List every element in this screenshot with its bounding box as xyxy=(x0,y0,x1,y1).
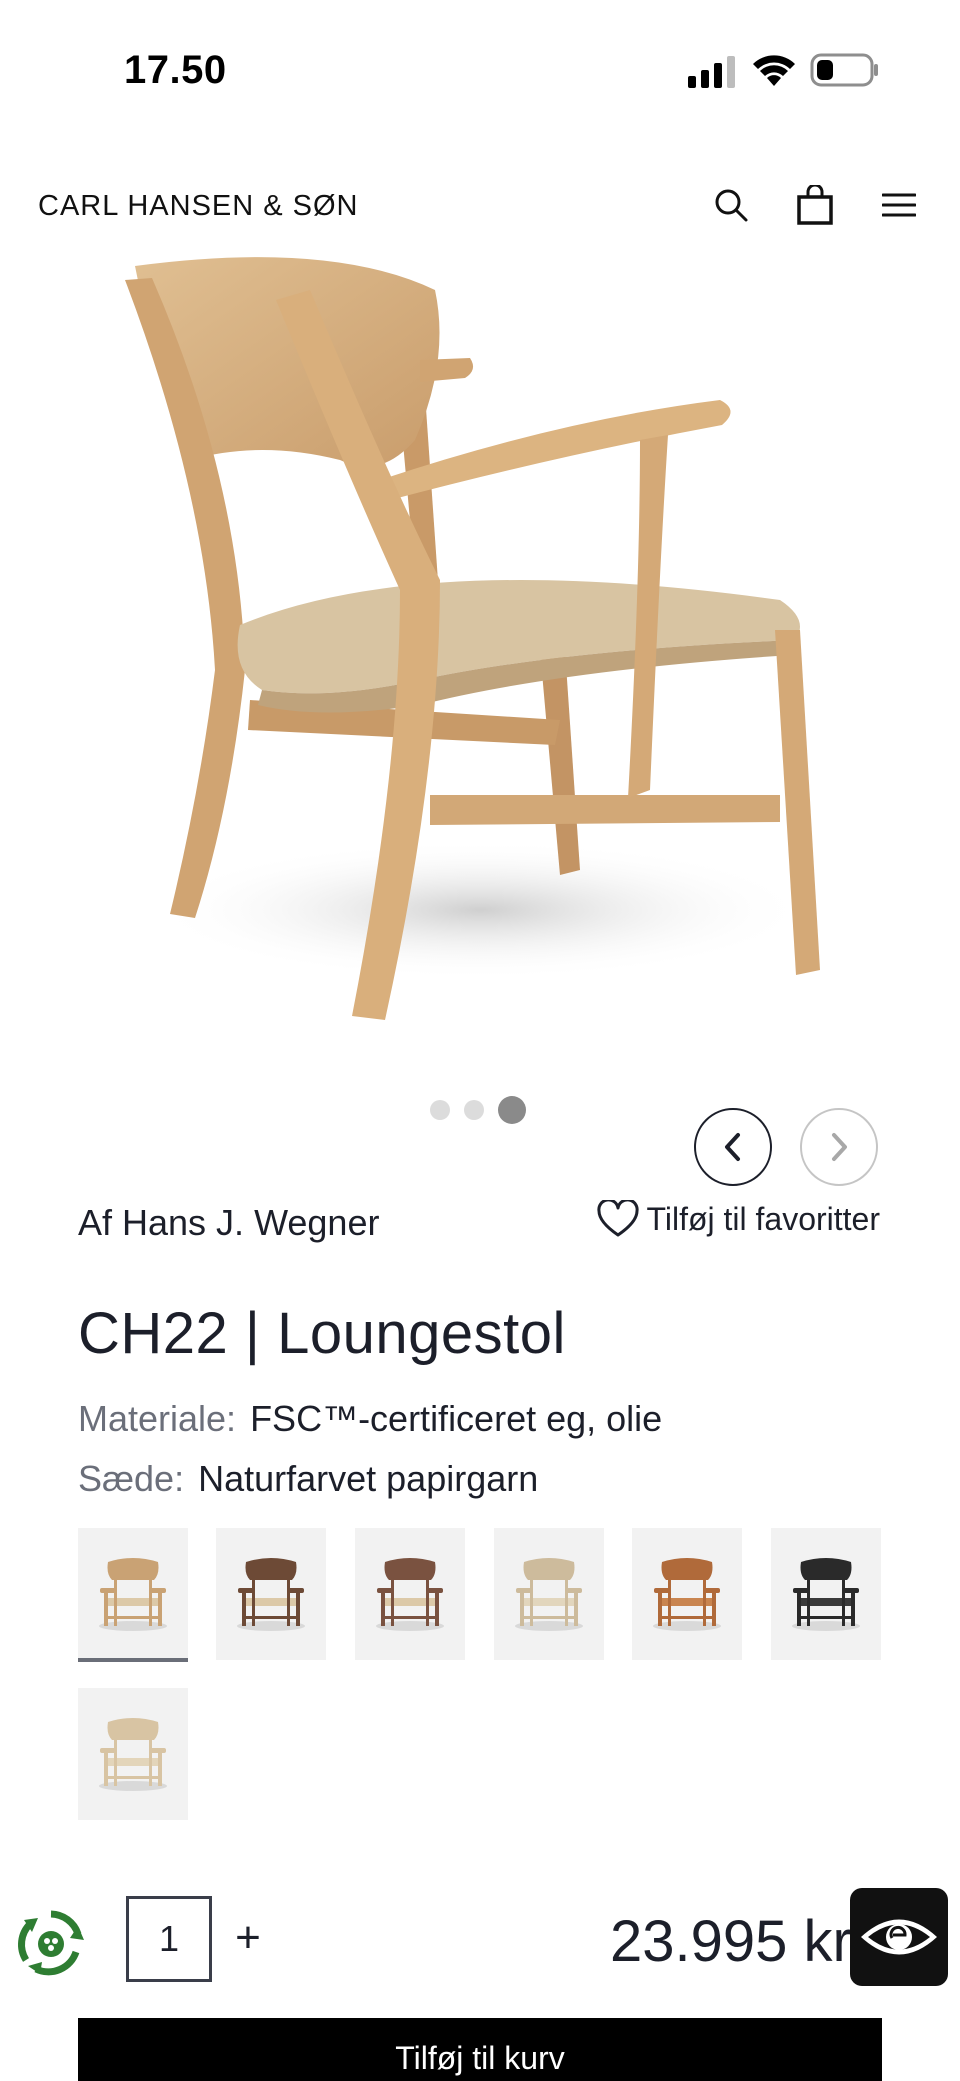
eye-icon xyxy=(861,1919,937,1955)
chair-thumbnail-icon xyxy=(99,1558,167,1631)
add-to-favorites-button[interactable]: Tilføj til favoritter xyxy=(596,1200,881,1238)
search-button[interactable] xyxy=(706,180,756,230)
accessibility-button[interactable] xyxy=(850,1888,948,1986)
chair-thumbnail-icon xyxy=(792,1558,860,1631)
brand-logo[interactable]: CARL HANSEN & SØN xyxy=(38,190,359,223)
product-price: 23.995 kr xyxy=(610,1909,852,1974)
designer-name: Af Hans J. Wegner xyxy=(78,1202,380,1243)
carousel-dot[interactable] xyxy=(464,1100,484,1120)
battery-icon xyxy=(810,53,878,87)
carousel-indicators xyxy=(430,1096,526,1124)
spec-seat: Sæde: Naturfarvet papirgarn xyxy=(78,1458,538,1500)
hamburger-menu-icon xyxy=(882,193,916,217)
cart-button[interactable] xyxy=(790,180,840,230)
chair-thumbnail-icon xyxy=(376,1558,444,1631)
heart-icon xyxy=(596,1200,639,1237)
carousel-dot-active[interactable] xyxy=(498,1096,526,1124)
shopping-bag-icon xyxy=(797,185,833,225)
product-image[interactable] xyxy=(0,250,960,1050)
status-bar: 17.50 xyxy=(0,0,960,140)
search-icon xyxy=(715,189,748,222)
spec-label: Sæde: xyxy=(78,1458,185,1499)
next-image-button[interactable] xyxy=(800,1108,878,1186)
quantity-input[interactable]: 1 xyxy=(126,1896,212,1982)
site-header: CARL HANSEN & SØN xyxy=(0,170,960,240)
status-time: 17.50 xyxy=(124,48,227,92)
chair-thumbnail-icon xyxy=(653,1558,721,1631)
chair-thumbnail-icon xyxy=(515,1558,583,1631)
chevron-left-icon xyxy=(725,1133,740,1161)
product-title: CH22 | Loungestol xyxy=(78,1301,566,1366)
variant-swatch-oak-natural[interactable] xyxy=(78,1528,188,1662)
previous-image-button[interactable] xyxy=(694,1108,772,1186)
carousel-dot[interactable] xyxy=(430,1100,450,1120)
variant-swatch-walnut-natural[interactable] xyxy=(216,1528,326,1660)
spec-value: Naturfarvet papirgarn xyxy=(198,1458,539,1499)
chair-thumbnail-icon xyxy=(237,1558,305,1631)
menu-button[interactable] xyxy=(874,180,924,230)
variant-swatch-walnut-oiled[interactable] xyxy=(355,1528,465,1660)
quantity-increase-button[interactable]: + xyxy=(228,1910,268,1966)
spec-value: FSC™-certificeret eg, olie xyxy=(250,1398,663,1439)
price-container: 23.995 kr xyxy=(560,1900,860,1990)
variant-swatch-teak-cognac[interactable] xyxy=(632,1528,742,1660)
variant-swatch-black-painted[interactable] xyxy=(771,1528,881,1660)
chair-thumbnail-icon xyxy=(99,1718,167,1791)
eco-recycle-icon[interactable] xyxy=(16,1908,86,1978)
variant-swatch-oak-soap[interactable] xyxy=(78,1688,188,1820)
cellular-signal-icon xyxy=(688,56,735,88)
favorites-label: Tilføj til favoritter xyxy=(646,1200,881,1237)
wifi-icon xyxy=(753,55,795,86)
spec-material: Materiale: FSC™-certificeret eg, olie xyxy=(78,1398,662,1440)
chevron-right-icon xyxy=(832,1133,847,1161)
spec-label: Materiale: xyxy=(78,1398,237,1439)
add-to-cart-button[interactable]: Tilføj til kurv xyxy=(78,2018,882,2081)
variant-swatch-oak-white[interactable] xyxy=(494,1528,604,1660)
